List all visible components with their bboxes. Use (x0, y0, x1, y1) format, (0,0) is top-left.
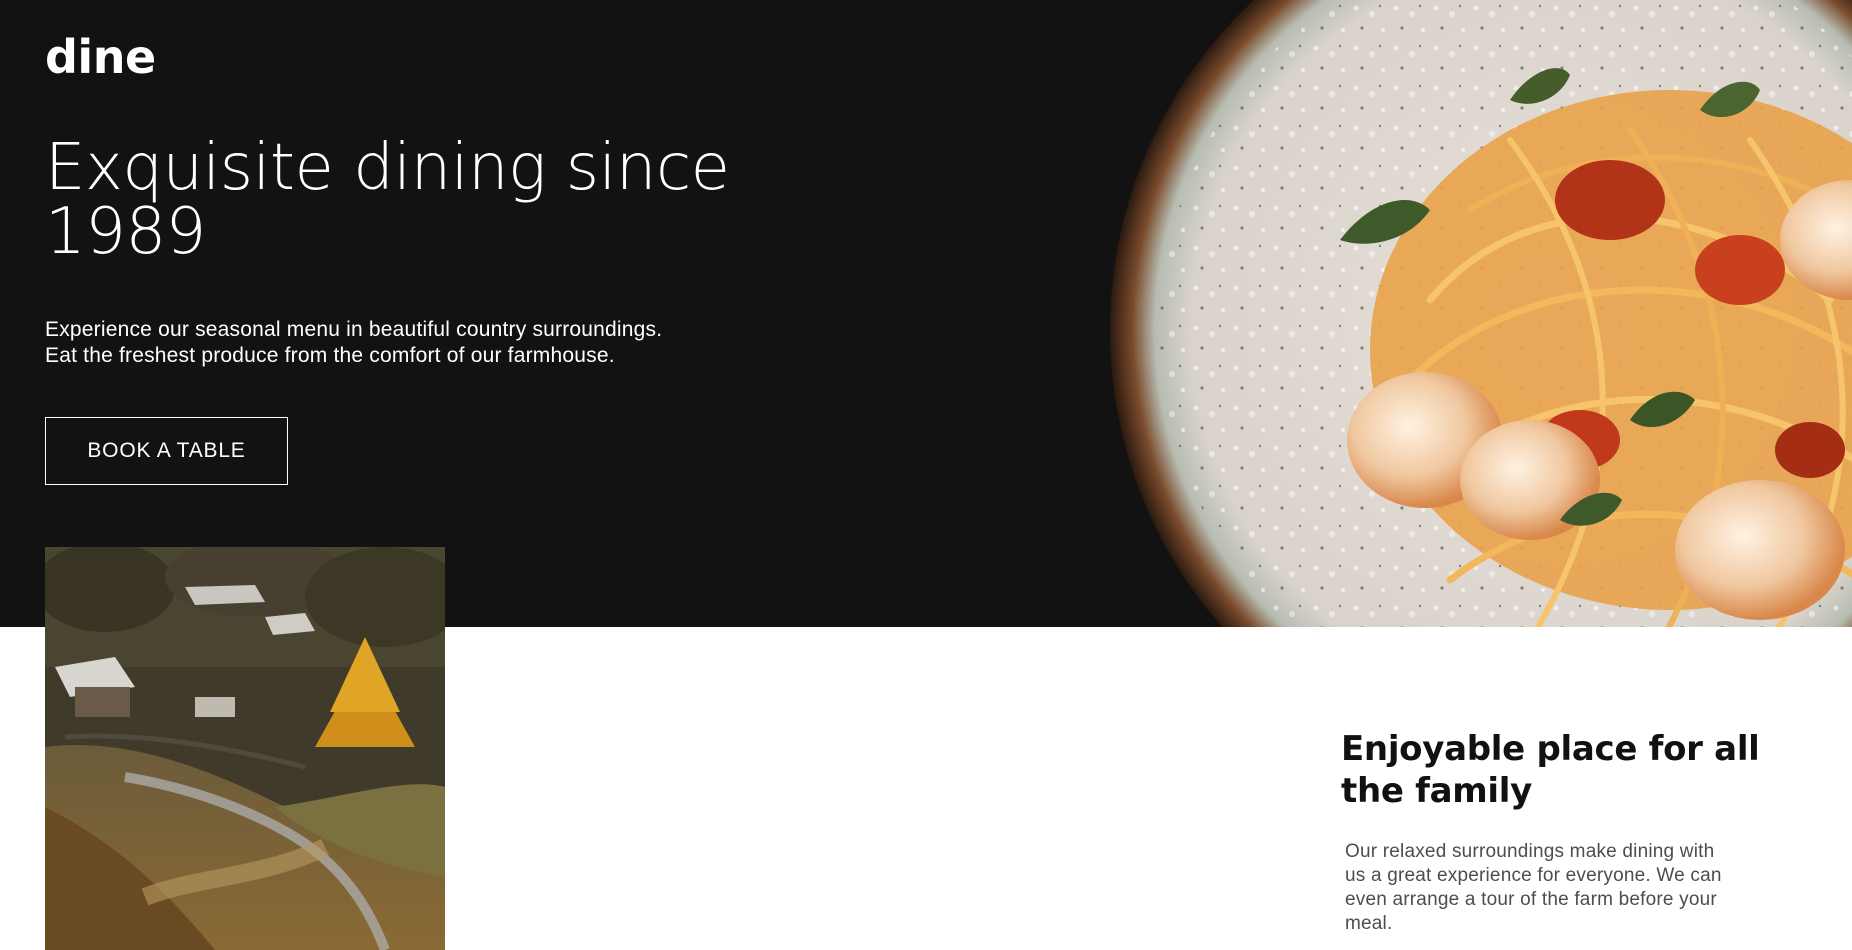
hero-title: Exquisite dining since 1989 (45, 131, 730, 269)
hero-section: dine Exquisite dining since 1989 Experie… (0, 0, 1852, 627)
feature-title: Enjoyable place for all the family (1341, 729, 1760, 811)
book-a-table-button[interactable]: BOOK A TABLE (45, 417, 288, 485)
farm-landscape-image (45, 547, 445, 950)
hero-food-image (1110, 0, 1852, 627)
feature-description: Our relaxed surroundings make dining wit… (1345, 841, 1722, 934)
logo[interactable]: dine (45, 34, 156, 80)
hero-description: Experience our seasonal menu in beautifu… (45, 318, 663, 367)
